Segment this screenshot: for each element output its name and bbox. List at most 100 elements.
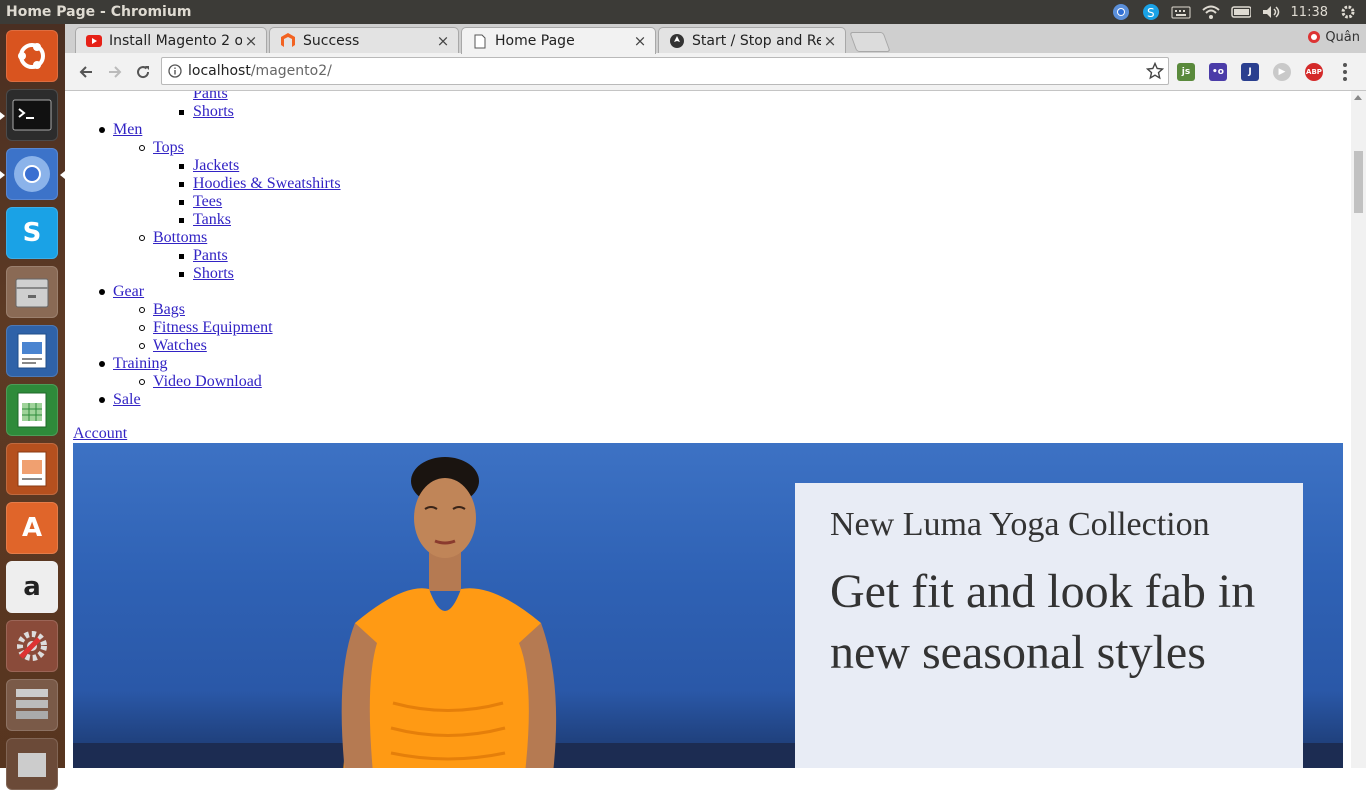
- keyboard-icon[interactable]: [1171, 3, 1191, 21]
- adblock-icon[interactable]: ABP: [1305, 63, 1323, 81]
- tab-label: Start / Stop and Res: [692, 32, 821, 49]
- forward-arrow-icon: [109, 66, 122, 78]
- j-extension-icon[interactable]: J: [1241, 63, 1259, 81]
- hero-banner[interactable]: New Luma Yoga Collection Get fit and loo…: [73, 443, 1343, 768]
- clock[interactable]: 11:38: [1291, 5, 1328, 20]
- nav-link-gear[interactable]: Gear: [113, 283, 144, 301]
- js-extension-icon[interactable]: js: [1177, 63, 1195, 81]
- tab-close-icon[interactable]: ×: [434, 32, 452, 50]
- tab-label: Success: [303, 32, 360, 49]
- settings-gear-icon[interactable]: [1338, 3, 1358, 21]
- list-bullet: [139, 325, 145, 331]
- nav-link-women-bottoms-pants[interactable]: Pants: [193, 91, 228, 103]
- list-bullet: [179, 218, 184, 223]
- address-bar[interactable]: localhost/magento2/: [161, 57, 1169, 85]
- play-extension-icon[interactable]: ▶: [1273, 63, 1291, 81]
- nav-link-men-tops[interactable]: Tops: [153, 139, 184, 157]
- menu-dot-icon: [1343, 63, 1347, 67]
- reload-button[interactable]: [132, 61, 154, 83]
- chromium-icon[interactable]: [6, 148, 58, 200]
- scrollbar-thumb[interactable]: [1354, 151, 1363, 213]
- hero-promo-card: New Luma Yoga Collection Get fit and loo…: [795, 483, 1303, 768]
- tab-strip: Install Magento 2 on × Success × Home Pa…: [65, 24, 1366, 54]
- back-arrow-icon: [79, 66, 92, 78]
- trash-icon[interactable]: [6, 738, 58, 790]
- list-bullet: [99, 397, 105, 403]
- chromium-running-indicator: [0, 171, 5, 179]
- nav-link-video-download[interactable]: Video Download: [153, 373, 262, 391]
- libreoffice-impress-icon[interactable]: [6, 443, 58, 495]
- nav-link-men-pants[interactable]: Pants: [193, 247, 228, 265]
- skype-tray-icon[interactable]: S: [1141, 3, 1161, 21]
- skype-icon[interactable]: S: [6, 207, 58, 259]
- list-bullet: [139, 343, 145, 349]
- nav-link-training[interactable]: Training: [113, 355, 168, 373]
- menu-dot-icon: [1343, 70, 1347, 74]
- page-viewport: Pants Shorts Men Tops Jackets Hoodies & …: [65, 91, 1351, 768]
- tab-label: Install Magento 2 on: [109, 32, 242, 49]
- workspace-switcher-icon[interactable]: [6, 679, 58, 731]
- list-bullet: [179, 182, 184, 187]
- nav-link-jackets[interactable]: Jackets: [193, 157, 239, 175]
- new-tab-button[interactable]: [849, 32, 891, 52]
- browser-menu-button[interactable]: [1337, 63, 1353, 81]
- list-bullet: [139, 307, 145, 313]
- nav-link-women-bottoms-shorts[interactable]: Shorts: [193, 103, 234, 121]
- system-tray: S 11:38: [1111, 0, 1358, 24]
- list-bullet: [179, 254, 184, 259]
- nav-link-men-bottoms[interactable]: Bottoms: [153, 229, 207, 247]
- chromium-tray-icon[interactable]: [1111, 3, 1131, 21]
- youtube-icon: [86, 33, 102, 49]
- nav-link-sale[interactable]: Sale: [113, 391, 141, 409]
- tab-close-icon[interactable]: ×: [821, 32, 839, 50]
- url-host: localhost: [188, 63, 251, 79]
- system-settings-icon[interactable]: [6, 620, 58, 672]
- page-scrollbar[interactable]: [1351, 91, 1366, 768]
- tab-start-stop[interactable]: Start / Stop and Res ×: [658, 27, 846, 53]
- list-bullet: [99, 289, 105, 295]
- files-icon[interactable]: [6, 266, 58, 318]
- tab-success[interactable]: Success ×: [269, 27, 459, 53]
- profile-avatar-icon: [1308, 31, 1321, 43]
- nav-link-bags[interactable]: Bags: [153, 301, 185, 319]
- nav-link-men[interactable]: Men: [113, 121, 142, 139]
- ubuntu-dash-icon[interactable]: [6, 30, 58, 82]
- bookmark-star-icon[interactable]: [1145, 61, 1165, 84]
- ubuntu-software-center-icon[interactable]: A: [6, 502, 58, 554]
- wifi-icon[interactable]: [1201, 3, 1221, 21]
- nav-link-tees[interactable]: Tees: [193, 193, 222, 211]
- nav-link-hoodies[interactable]: Hoodies & Sweatshirts: [193, 175, 341, 193]
- battery-icon[interactable]: [1230, 3, 1251, 21]
- libreoffice-writer-icon[interactable]: [6, 325, 58, 377]
- terminal-icon[interactable]: [6, 89, 58, 141]
- magento-icon: [280, 32, 296, 49]
- tracker-extension-icon[interactable]: •o: [1209, 63, 1227, 81]
- nav-link-fitness-equipment[interactable]: Fitness Equipment: [153, 319, 273, 337]
- scroll-up-arrow-icon[interactable]: [1354, 95, 1362, 100]
- nav-link-tanks[interactable]: Tanks: [193, 211, 231, 229]
- list-bullet: [139, 145, 145, 151]
- volume-icon[interactable]: [1261, 3, 1281, 21]
- hero-subtitle: New Luma Yoga Collection: [830, 506, 1210, 543]
- list-bullet: [179, 272, 184, 277]
- nav-link-men-shorts[interactable]: Shorts: [193, 265, 234, 283]
- libreoffice-calc-icon[interactable]: [6, 384, 58, 436]
- account-link[interactable]: Account: [73, 425, 127, 443]
- tab-install-magento[interactable]: Install Magento 2 on ×: [75, 27, 267, 53]
- svg-text:S: S: [1147, 6, 1155, 20]
- tab-home-page[interactable]: Home Page ×: [461, 27, 656, 54]
- list-bullet: [179, 110, 184, 115]
- tab-close-icon[interactable]: ×: [631, 32, 649, 50]
- unity-launcher: S A a: [0, 24, 65, 790]
- reload-icon: [137, 66, 150, 79]
- amazon-icon[interactable]: a: [6, 561, 58, 613]
- info-icon[interactable]: [162, 64, 188, 78]
- tab-close-icon[interactable]: ×: [242, 32, 260, 50]
- profile-button[interactable]: Quân: [1307, 27, 1360, 47]
- tab-label: Home Page: [495, 33, 575, 49]
- list-bullet: [179, 200, 184, 205]
- nav-link-watches[interactable]: Watches: [153, 337, 207, 355]
- forward-button[interactable]: [104, 61, 126, 83]
- list-bullet: [139, 235, 145, 241]
- back-button[interactable]: [75, 61, 97, 83]
